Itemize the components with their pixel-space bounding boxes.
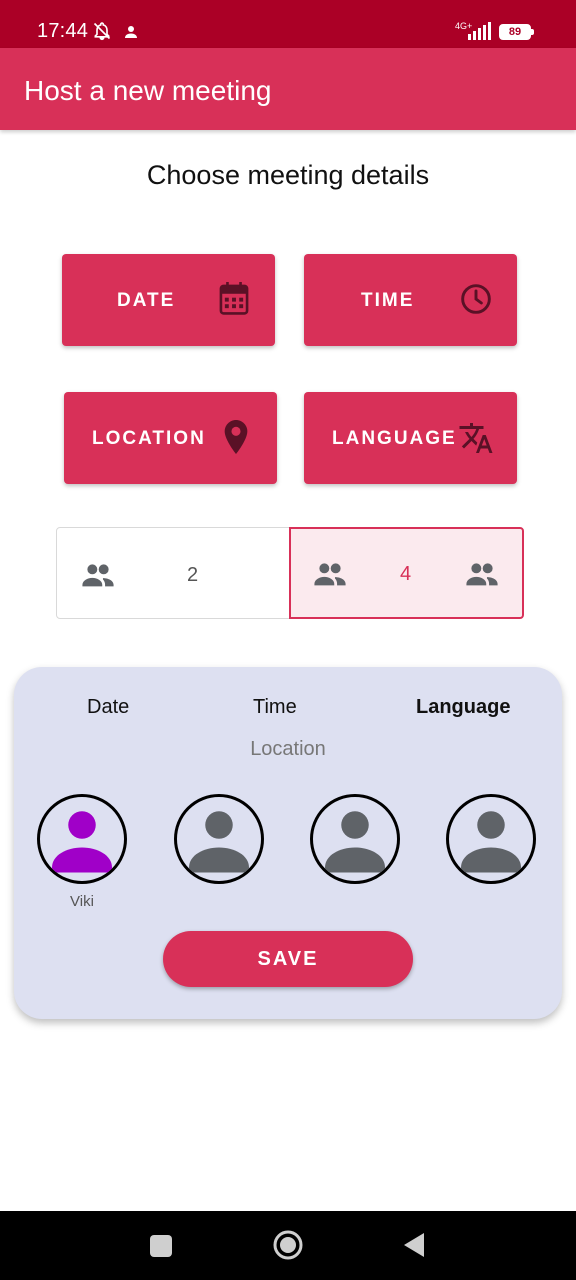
app-title: Host a new meeting	[24, 75, 272, 106]
person-icon	[125, 26, 138, 38]
app-bar: Host a new meeting	[0, 48, 576, 130]
map-pin-icon	[224, 420, 248, 454]
status-icons-left	[92, 21, 140, 46]
status-bar: 17:44 4G+ 89	[0, 0, 576, 48]
participant-avatar-3[interactable]	[310, 794, 400, 884]
participant-avatar-4[interactable]	[446, 794, 536, 884]
time-button[interactable]: TIME	[304, 254, 517, 346]
recents-icon[interactable]	[149, 1234, 173, 1258]
participants-option-4[interactable]: 4	[289, 527, 524, 619]
home-icon[interactable]	[272, 1229, 304, 1261]
summary-language: Language	[416, 696, 511, 718]
language-button[interactable]: LANGUAGE	[304, 392, 517, 484]
signal-icon	[468, 22, 492, 45]
participant-avatar-2[interactable]	[174, 794, 264, 884]
summary-location: Location	[250, 738, 326, 760]
date-button[interactable]: DATE	[62, 254, 275, 346]
calendar-icon	[219, 282, 249, 315]
system-nav-bar	[0, 1211, 576, 1280]
bell-off-icon	[93, 22, 111, 41]
participant-name-1: Viki	[70, 893, 94, 910]
group-icon	[314, 563, 346, 586]
location-button-label: LOCATION	[92, 428, 206, 449]
group-icon	[466, 563, 498, 586]
participants-option-4-label: 4	[400, 563, 412, 585]
person-icon	[52, 811, 112, 873]
person-icon	[461, 811, 521, 873]
participant-avatar-1[interactable]	[37, 794, 127, 884]
battery-icon: 89	[499, 24, 534, 40]
page-subtitle: Choose meeting details	[146, 160, 430, 190]
translate-icon	[459, 423, 493, 453]
save-button[interactable]: SAVE	[163, 931, 413, 987]
participants-option-2-label: 2	[187, 564, 199, 586]
meeting-summary-card: Date Time Language Location Viki SAVE	[14, 667, 562, 1019]
time-button-label: TIME	[361, 290, 415, 311]
location-button[interactable]: LOCATION	[64, 392, 277, 484]
date-button-label: DATE	[117, 290, 176, 311]
summary-time: Time	[253, 696, 297, 718]
participants-toggle: 2 4	[56, 527, 524, 619]
person-icon	[189, 811, 249, 873]
summary-date: Date	[87, 696, 130, 718]
group-icon	[82, 564, 114, 587]
clock-icon	[461, 284, 491, 314]
person-icon	[325, 811, 385, 873]
participants-option-2[interactable]: 2	[56, 527, 290, 619]
status-time: 17:44	[37, 20, 89, 42]
back-icon[interactable]	[402, 1232, 426, 1258]
language-button-label: LANGUAGE	[332, 428, 457, 449]
